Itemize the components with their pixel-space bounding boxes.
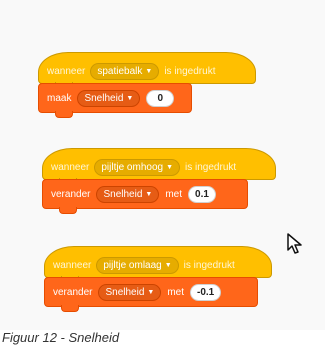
hat-label: wanneer [51,161,90,173]
hat-label: wanneer [47,65,86,77]
hat-label: wanneer [53,259,92,271]
value-input[interactable]: 0 [146,89,175,107]
when-key-pressed-block[interactable]: wanneer pijltje omlaag ▼ is ingedrukt [44,246,272,283]
script-spacebar[interactable]: wanneer spatiebalk ▼ is ingedrukt maak Sn… [38,52,256,118]
command-label: maak [47,92,72,104]
change-variable-block[interactable]: verander Snelheid ▼ met 0.1 [42,179,248,214]
hat-suffix: is ingedrukt [185,161,237,173]
caret-down-icon: ▼ [145,190,153,198]
variable-dropdown[interactable]: Snelheid ▼ [96,185,160,203]
variable-dropdown[interactable]: Snelheid ▼ [77,89,141,107]
command-middle: met [167,286,184,298]
set-variable-block[interactable]: maak Snelheid ▼ 0 [38,83,192,118]
key-dropdown[interactable]: spatiebalk ▼ [90,62,160,80]
key-dropdown[interactable]: pijltje omhoog ▼ [94,158,181,176]
when-key-pressed-block[interactable]: wanneer pijltje omhoog ▼ is ingedrukt [42,148,276,185]
hat-suffix: is ingedrukt [183,259,235,271]
when-key-pressed-block[interactable]: wanneer spatiebalk ▼ is ingedrukt [38,52,256,89]
caret-down-icon: ▼ [164,261,172,269]
caret-down-icon: ▼ [147,288,155,296]
caret-down-icon: ▼ [126,94,134,102]
key-dropdown[interactable]: pijltje omlaag ▼ [96,256,179,274]
value-input[interactable]: -0.1 [190,283,222,301]
command-middle: met [165,188,182,200]
mouse-pointer-icon [287,233,302,254]
command-label: verander [53,286,93,298]
caret-down-icon: ▼ [166,163,174,171]
script-up-arrow[interactable]: wanneer pijltje omhoog ▼ is ingedrukt ver… [42,148,276,214]
variable-dropdown[interactable]: Snelheid ▼ [98,283,162,301]
figure-caption: Figuur 12 - Snelheid [2,330,120,345]
caret-down-icon: ▼ [145,67,153,75]
change-variable-block[interactable]: verander Snelheid ▼ met -0.1 [44,277,258,312]
command-label: verander [51,188,91,200]
hat-suffix: is ingedrukt [164,65,216,77]
value-input[interactable]: 0.1 [188,185,216,203]
scripts-canvas: wanneer spatiebalk ▼ is ingedrukt maak Sn… [0,0,325,330]
script-down-arrow[interactable]: wanneer pijltje omlaag ▼ is ingedrukt ver… [44,246,272,312]
